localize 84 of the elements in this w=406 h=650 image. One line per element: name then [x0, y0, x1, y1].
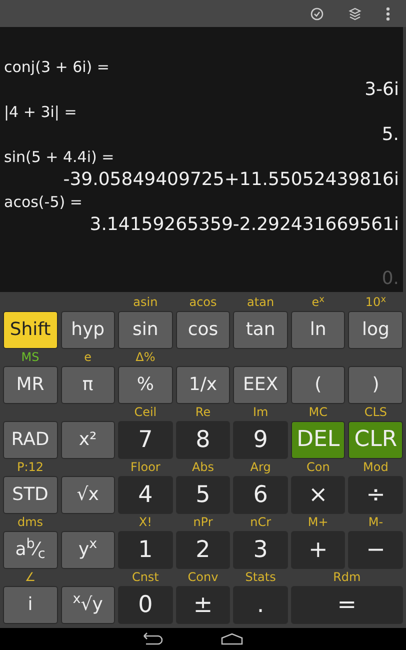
calculator-key[interactable]: 2 — [176, 531, 230, 569]
calculator-key[interactable]: 7 — [118, 421, 173, 459]
layers-icon[interactable] — [348, 6, 362, 20]
calculator-key[interactable]: y$^{x}$ — [60, 531, 116, 569]
calculator-key[interactable]: = — [290, 586, 403, 624]
calculator-key[interactable]: % — [118, 366, 173, 404]
overflow-menu-icon[interactable] — [386, 6, 390, 20]
shift-label: M- — [368, 515, 384, 529]
shift-label: Arg — [250, 460, 271, 474]
shift-label: Conv — [188, 570, 218, 584]
expression: acos(-5) = — [4, 192, 84, 212]
calculator-key[interactable]: π — [60, 366, 116, 404]
home-icon[interactable] — [218, 632, 244, 646]
expression: sin(5 + 4.4i) = — [4, 147, 116, 167]
shift-label: CLS — [364, 405, 388, 419]
calculator-key[interactable]: ln — [290, 311, 346, 349]
shift-label: Stats — [245, 570, 276, 584]
calculator-key[interactable]: cos — [176, 311, 230, 349]
calculator-key[interactable]: log — [348, 311, 403, 349]
calculator-key[interactable]: 4 — [118, 476, 173, 514]
shift-label: Re — [195, 405, 211, 419]
timer-icon[interactable] — [310, 6, 324, 20]
shift-label: MS — [21, 350, 40, 364]
calculator-key[interactable]: √x — [60, 476, 116, 514]
shift-label: Rdm — [333, 570, 361, 584]
calculator-key[interactable]: hyp — [60, 311, 116, 349]
shift-label: Con — [306, 460, 330, 474]
calculator-key[interactable]: × — [290, 476, 346, 514]
shift-label: atan — [247, 295, 274, 309]
calculator-key[interactable]: 5 — [176, 476, 230, 514]
shift-label: e$^{x}$ — [312, 295, 324, 309]
calculator-key[interactable]: . — [233, 586, 288, 624]
calculator-key[interactable]: i — [3, 586, 58, 624]
calculator-key[interactable]: 0 — [118, 586, 173, 624]
expression: conj(3 + 6i) = — [4, 57, 110, 77]
calculator-key[interactable]: tan — [233, 311, 288, 349]
calculator-key[interactable]: EEX — [233, 366, 288, 404]
shift-label: Im — [252, 405, 268, 419]
calculator-key[interactable]: 1/x — [176, 366, 230, 404]
calculator-key[interactable]: ( — [290, 366, 346, 404]
shift-label: Cnst — [132, 570, 159, 584]
calculator-key[interactable]: 3 — [233, 531, 288, 569]
shift-label: P:12 — [17, 460, 44, 474]
shift-label: Abs — [192, 460, 214, 474]
calculator-key[interactable]: ± — [176, 586, 230, 624]
shift-label: nPr — [193, 515, 213, 529]
shift-label: ∠ — [24, 570, 36, 584]
result: -39.05849409725+11.55052439816i — [62, 168, 399, 192]
shift-label: X! — [138, 515, 152, 529]
shift-label: Floor — [130, 460, 160, 474]
result: 3-6i — [364, 78, 399, 102]
calculator-key[interactable]: DEL — [290, 421, 346, 459]
calculator-key[interactable]: ÷ — [348, 476, 403, 514]
calculator-key[interactable]: STD — [3, 476, 58, 514]
calculator-key[interactable]: sin — [118, 311, 173, 349]
calculator-key[interactable]: MR — [3, 366, 58, 404]
calculator-key[interactable]: CLR — [348, 421, 403, 459]
shift-label: acos — [189, 295, 217, 309]
shift-label: M+ — [308, 515, 328, 529]
calculator-key[interactable]: 6 — [233, 476, 288, 514]
calculator-key[interactable]: ) — [348, 366, 403, 404]
calculator-key[interactable]: Shift — [3, 311, 58, 349]
shift-label: dms — [18, 515, 44, 529]
calculator-key[interactable]: − — [348, 531, 403, 569]
calculator-key[interactable]: a$^{b}$⁄$_{c}$ — [3, 531, 58, 569]
calculator-key[interactable]: x² — [60, 421, 116, 459]
calculator-key[interactable]: 9 — [233, 421, 288, 459]
result: 3.14159265359-2.292431669561i — [88, 213, 399, 237]
calculator-key[interactable]: 1 — [118, 531, 173, 569]
shift-label: MC — [308, 405, 328, 419]
calculator-key[interactable]: RAD — [3, 421, 58, 459]
result: 5. — [380, 123, 399, 147]
shift-label: Δ% — [136, 350, 156, 364]
calculator-key[interactable]: + — [290, 531, 346, 569]
shift-label: 10$^{x}$ — [365, 295, 386, 309]
shift-label: e — [84, 350, 92, 364]
shift-label: asin — [133, 295, 158, 309]
calculator-key[interactable]: 8 — [176, 421, 230, 459]
shift-label: nCr — [250, 515, 272, 529]
calculator-key[interactable]: $^{x}$√y — [60, 586, 116, 624]
shift-label: Ceil — [134, 405, 157, 419]
current-value: 0. — [380, 267, 399, 291]
shift-label: Mod — [363, 460, 388, 474]
expression: |4 + 3i| = — [4, 102, 78, 122]
